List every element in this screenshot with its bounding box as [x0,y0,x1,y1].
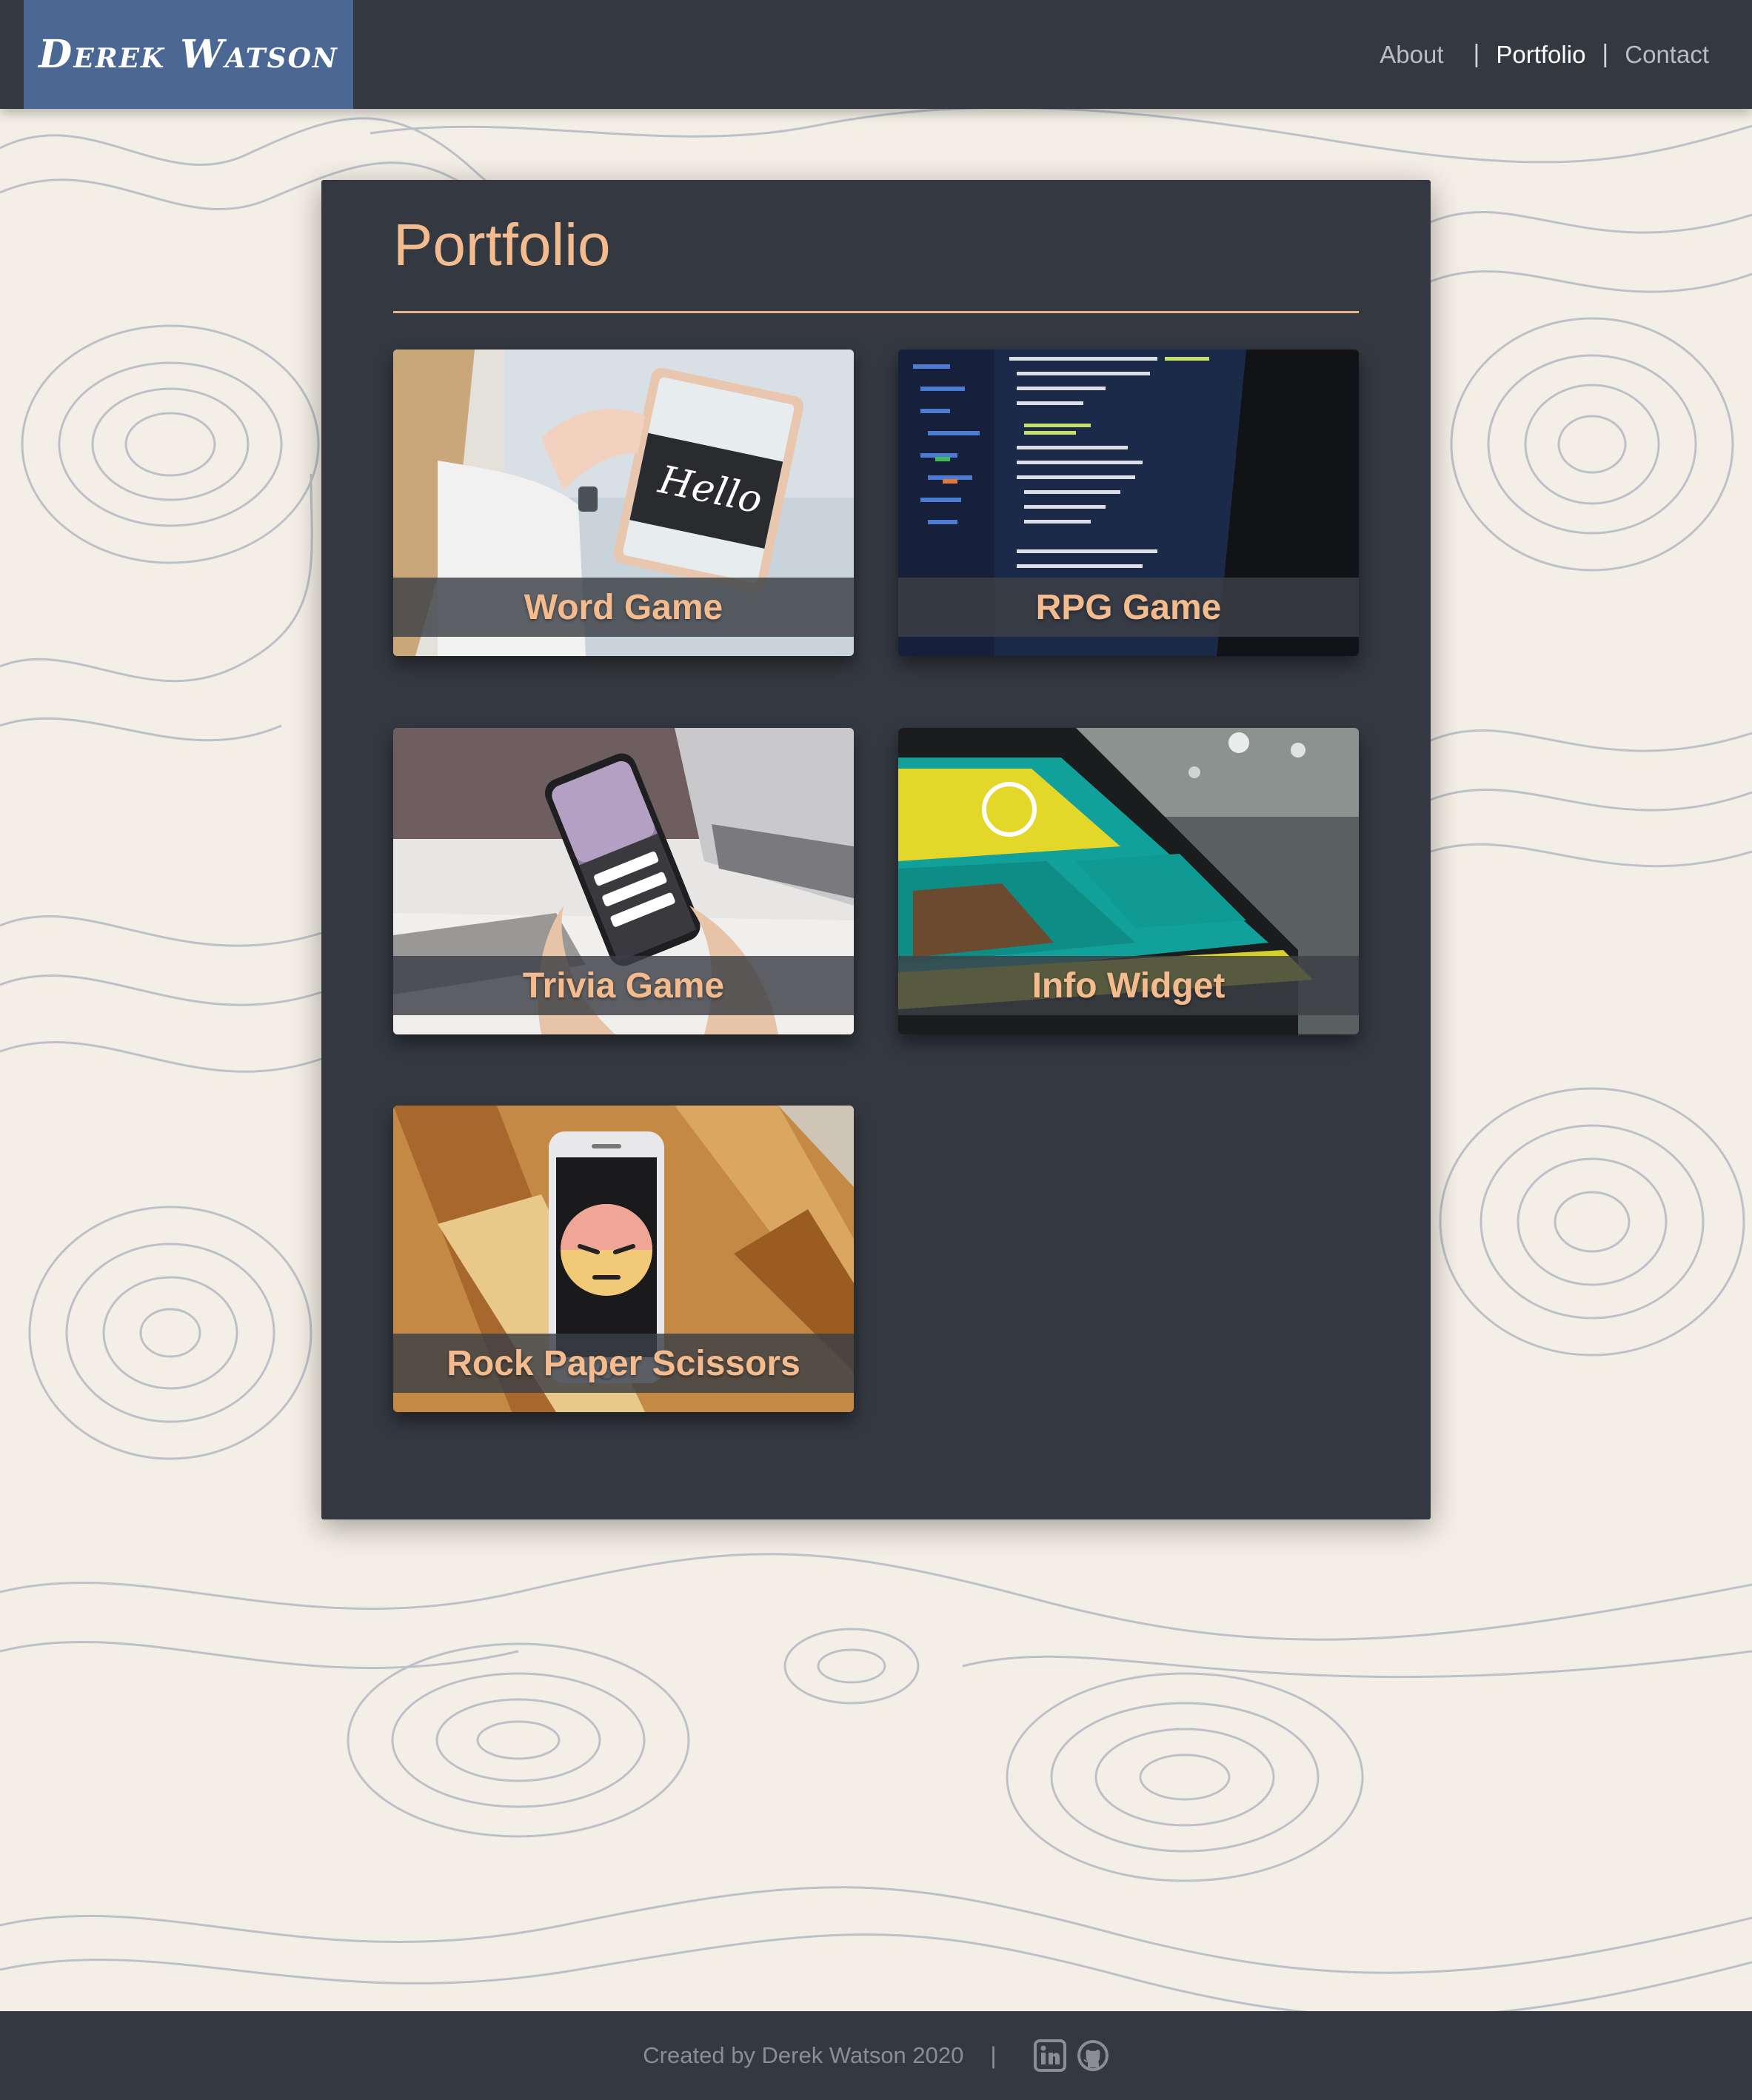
card-caption: RPG Game [898,578,1359,637]
nav-link-about[interactable]: About [1380,41,1443,69]
brand-logo[interactable]: Derek Watson [24,0,353,109]
page-title: Portfolio [393,212,611,278]
card-title: Word Game [524,587,723,627]
nav-separator: | [1602,40,1609,68]
card-title: Info Widget [1032,966,1226,1006]
brand-name: Derek Watson [39,32,338,77]
nav-separator: | [1473,40,1480,68]
card-caption: Rock Paper Scissors [393,1334,854,1393]
card-title: Rock Paper Scissors [447,1343,800,1383]
card-caption: Trivia Game [393,956,854,1015]
title-divider [393,311,1359,313]
footer-credit: Created by Derek Watson 2020 [643,2042,964,2068]
project-card-word-game[interactable]: Hello Word Game [393,350,854,656]
project-card-rock-paper-scissors[interactable]: Rock Paper Scissors [393,1106,854,1412]
project-card-trivia-game[interactable]: Trivia Game [393,728,854,1034]
portfolio-panel: Portfolio Hello Word Game RPG Game Trivi… [321,180,1431,1519]
nav-link-contact[interactable]: Contact [1625,41,1709,69]
linkedin-icon[interactable] [1033,2039,1066,2072]
project-card-info-widget[interactable]: Info Widget [898,728,1359,1034]
card-title: Trivia Game [522,966,725,1006]
project-card-rpg-game[interactable]: RPG Game [898,350,1359,656]
card-caption: Info Widget [898,956,1359,1015]
card-caption: Word Game [393,578,854,637]
nav-menu: About | Portfolio | Contact [1380,0,1709,109]
footer: Created by Derek Watson 2020 | [0,2011,1752,2100]
navbar: Derek Watson About | Portfolio | Contact [0,0,1752,109]
nav-link-portfolio[interactable]: Portfolio [1496,41,1585,69]
card-title: RPG Game [1035,587,1222,627]
footer-separator: | [990,2042,997,2069]
github-icon[interactable] [1077,2039,1109,2072]
